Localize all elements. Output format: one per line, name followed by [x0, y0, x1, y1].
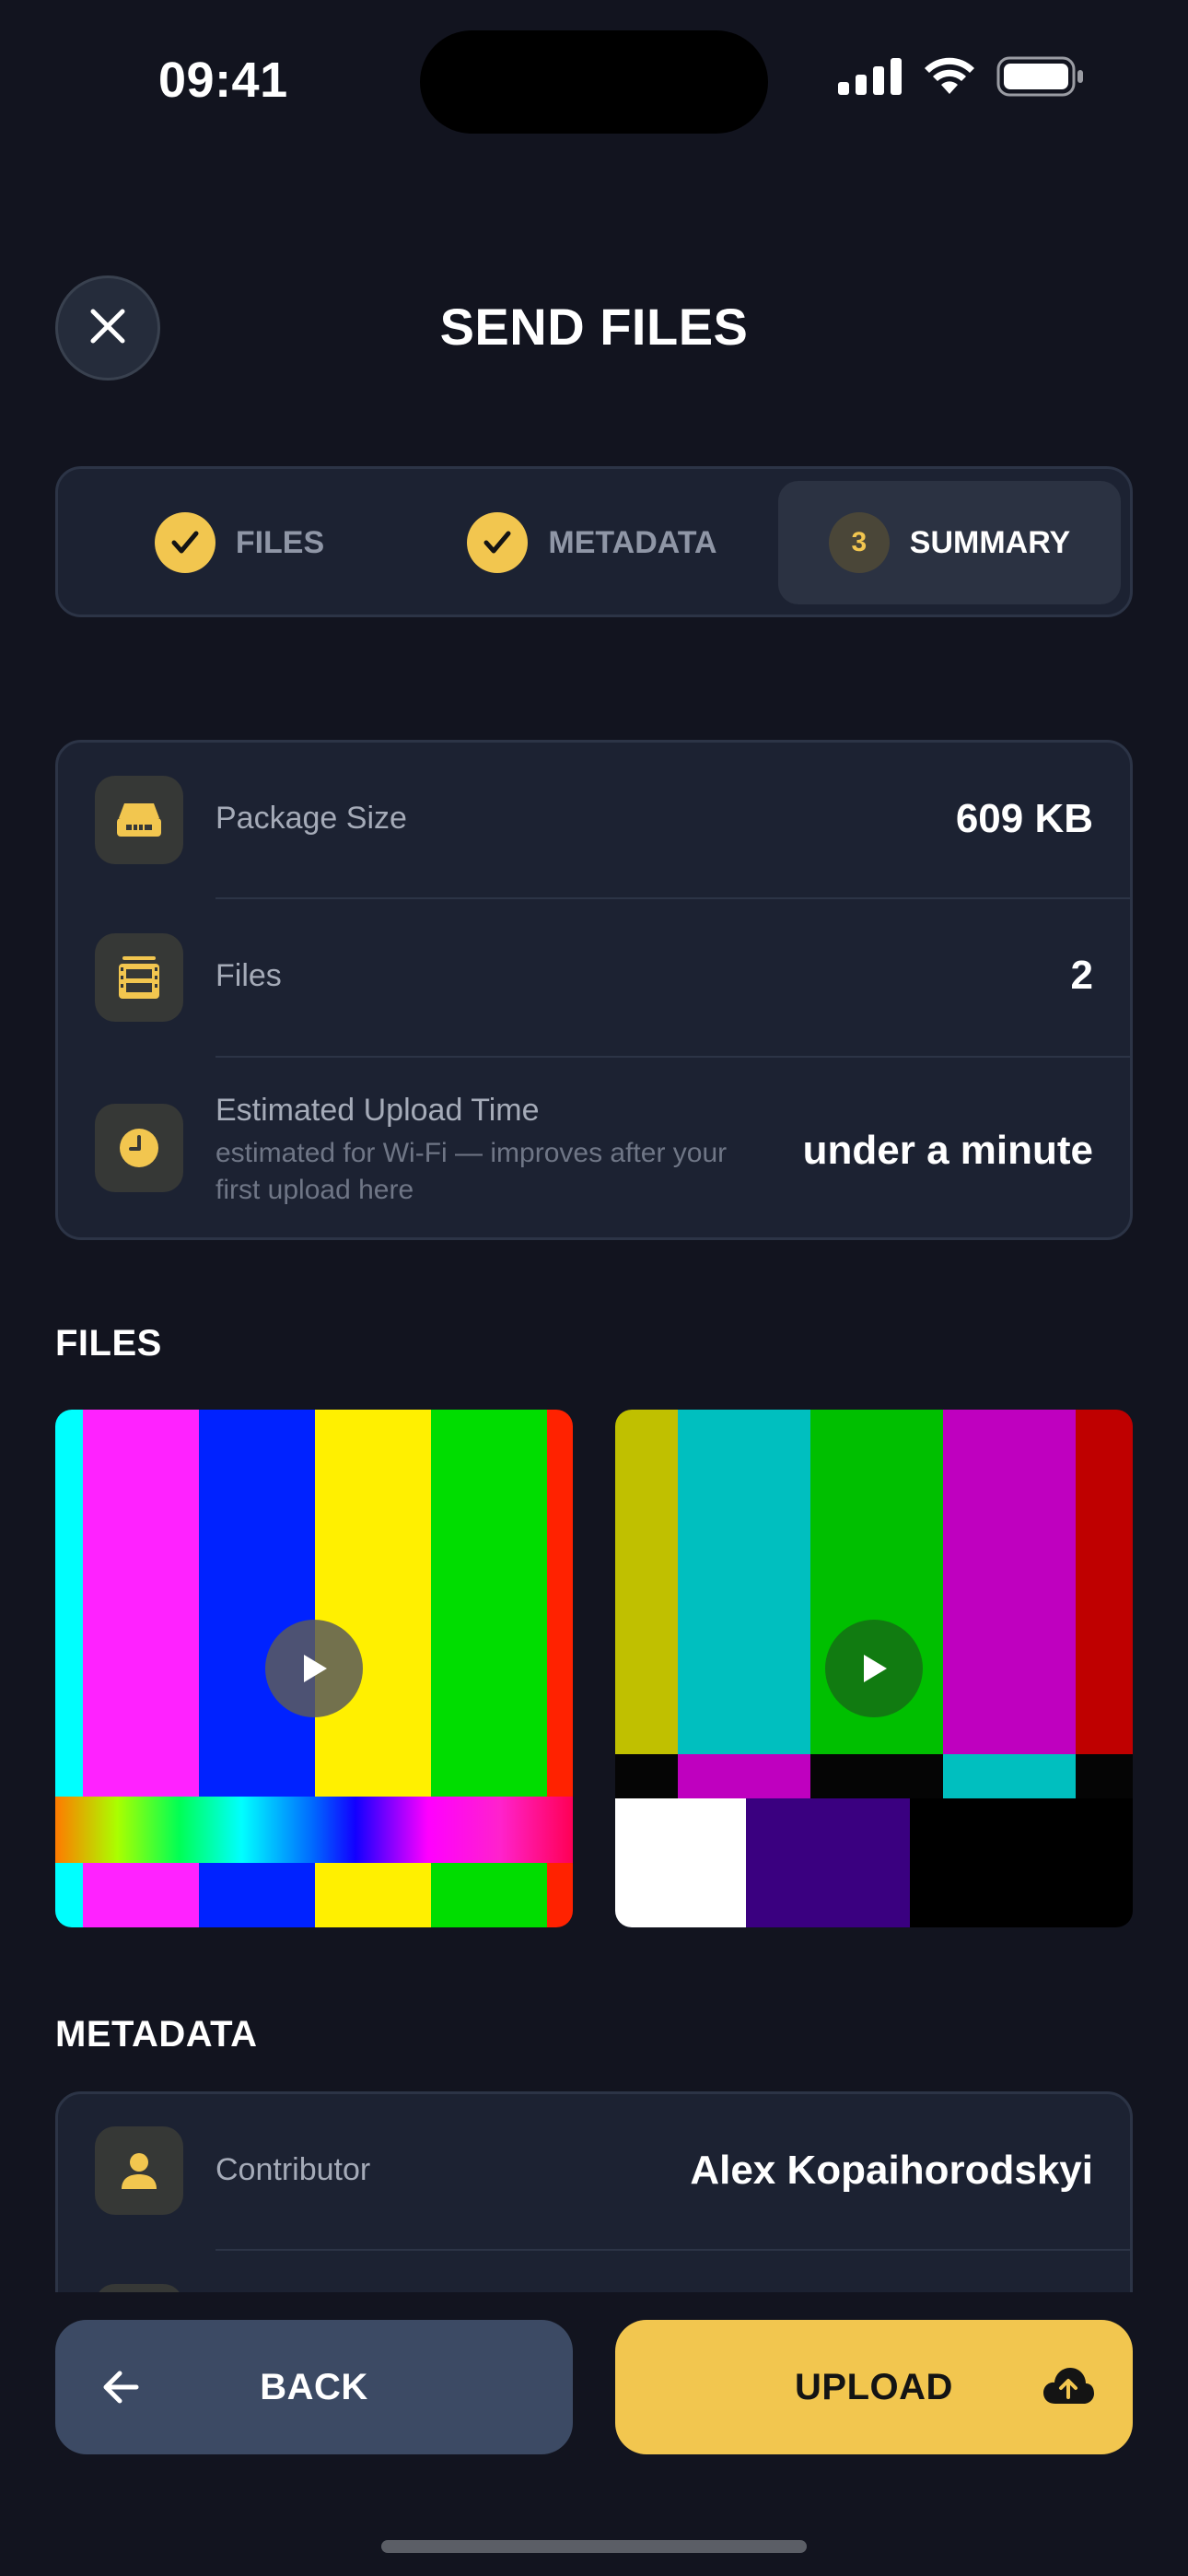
file-thumbnail[interactable] — [615, 1410, 1133, 1927]
upload-time-row: Estimated Upload Time estimated for Wi-F… — [58, 1058, 1130, 1237]
step-summary[interactable]: 3 SUMMARY — [778, 481, 1121, 604]
files-count-row: Files 2 — [58, 899, 1130, 1056]
cellular-signal-icon — [838, 57, 903, 100]
clock-icon — [95, 1104, 183, 1192]
play-icon — [858, 1652, 890, 1685]
status-icons — [838, 56, 1085, 101]
home-indicator — [381, 2540, 807, 2553]
upload-time-sublabel: estimated for Wi-Fi — improves after you… — [215, 1138, 728, 1205]
package-size-row: Package Size 609 KB — [58, 743, 1130, 897]
play-button[interactable] — [825, 1620, 923, 1717]
step-number: 3 — [828, 512, 890, 573]
check-icon — [467, 512, 529, 573]
battery-icon — [996, 56, 1085, 101]
drive-icon — [95, 776, 183, 864]
status-time: 09:41 — [158, 53, 288, 108]
files-section-title: FILES — [55, 1323, 162, 1364]
files-count-label: Files — [215, 958, 282, 993]
upload-button-label: UPLOAD — [795, 2366, 953, 2407]
upload-time-value: under a minute — [802, 1128, 1093, 1173]
dynamic-island — [420, 30, 768, 134]
file-thumbnail[interactable] — [55, 1410, 573, 1927]
files-count-value: 2 — [1070, 953, 1093, 998]
wifi-icon — [923, 57, 976, 100]
stepper: FILES METADATA 3 SUMMARY — [55, 466, 1133, 617]
bottom-action-bar: BACK UPLOAD — [0, 2292, 1188, 2576]
upload-time-label: Estimated Upload Time — [215, 1093, 540, 1128]
status-bar: 09:41 — [0, 0, 1188, 157]
step-files[interactable]: FILES — [69, 481, 410, 604]
upload-button[interactable]: UPLOAD — [615, 2320, 1133, 2454]
film-icon — [95, 933, 183, 1022]
package-size-value: 609 KB — [955, 796, 1093, 841]
step-metadata[interactable]: METADATA — [417, 481, 767, 604]
contributor-row: Contributor Alex Kopaihorodskyi — [58, 2094, 1130, 2249]
step-label: METADATA — [548, 524, 717, 560]
cloud-upload-icon — [1041, 2359, 1096, 2424]
back-button-label: BACK — [260, 2366, 368, 2407]
back-button[interactable]: BACK — [55, 2320, 573, 2454]
contributor-label: Contributor — [215, 2152, 371, 2187]
package-size-label: Package Size — [215, 801, 407, 836]
page-title: SEND FILES — [439, 298, 749, 356]
check-icon — [154, 512, 215, 573]
play-icon — [298, 1652, 330, 1685]
summary-card: Package Size 609 KB Files 2 Estimated Up… — [55, 740, 1133, 1240]
step-label: SUMMARY — [909, 524, 1071, 560]
metadata-section-title: METADATA — [55, 2014, 258, 2055]
play-button[interactable] — [265, 1620, 363, 1717]
arrow-left-icon — [96, 2361, 147, 2422]
person-icon — [95, 2126, 183, 2215]
step-label: FILES — [235, 524, 325, 560]
contributor-value: Alex Kopaihorodskyi — [690, 2148, 1093, 2193]
